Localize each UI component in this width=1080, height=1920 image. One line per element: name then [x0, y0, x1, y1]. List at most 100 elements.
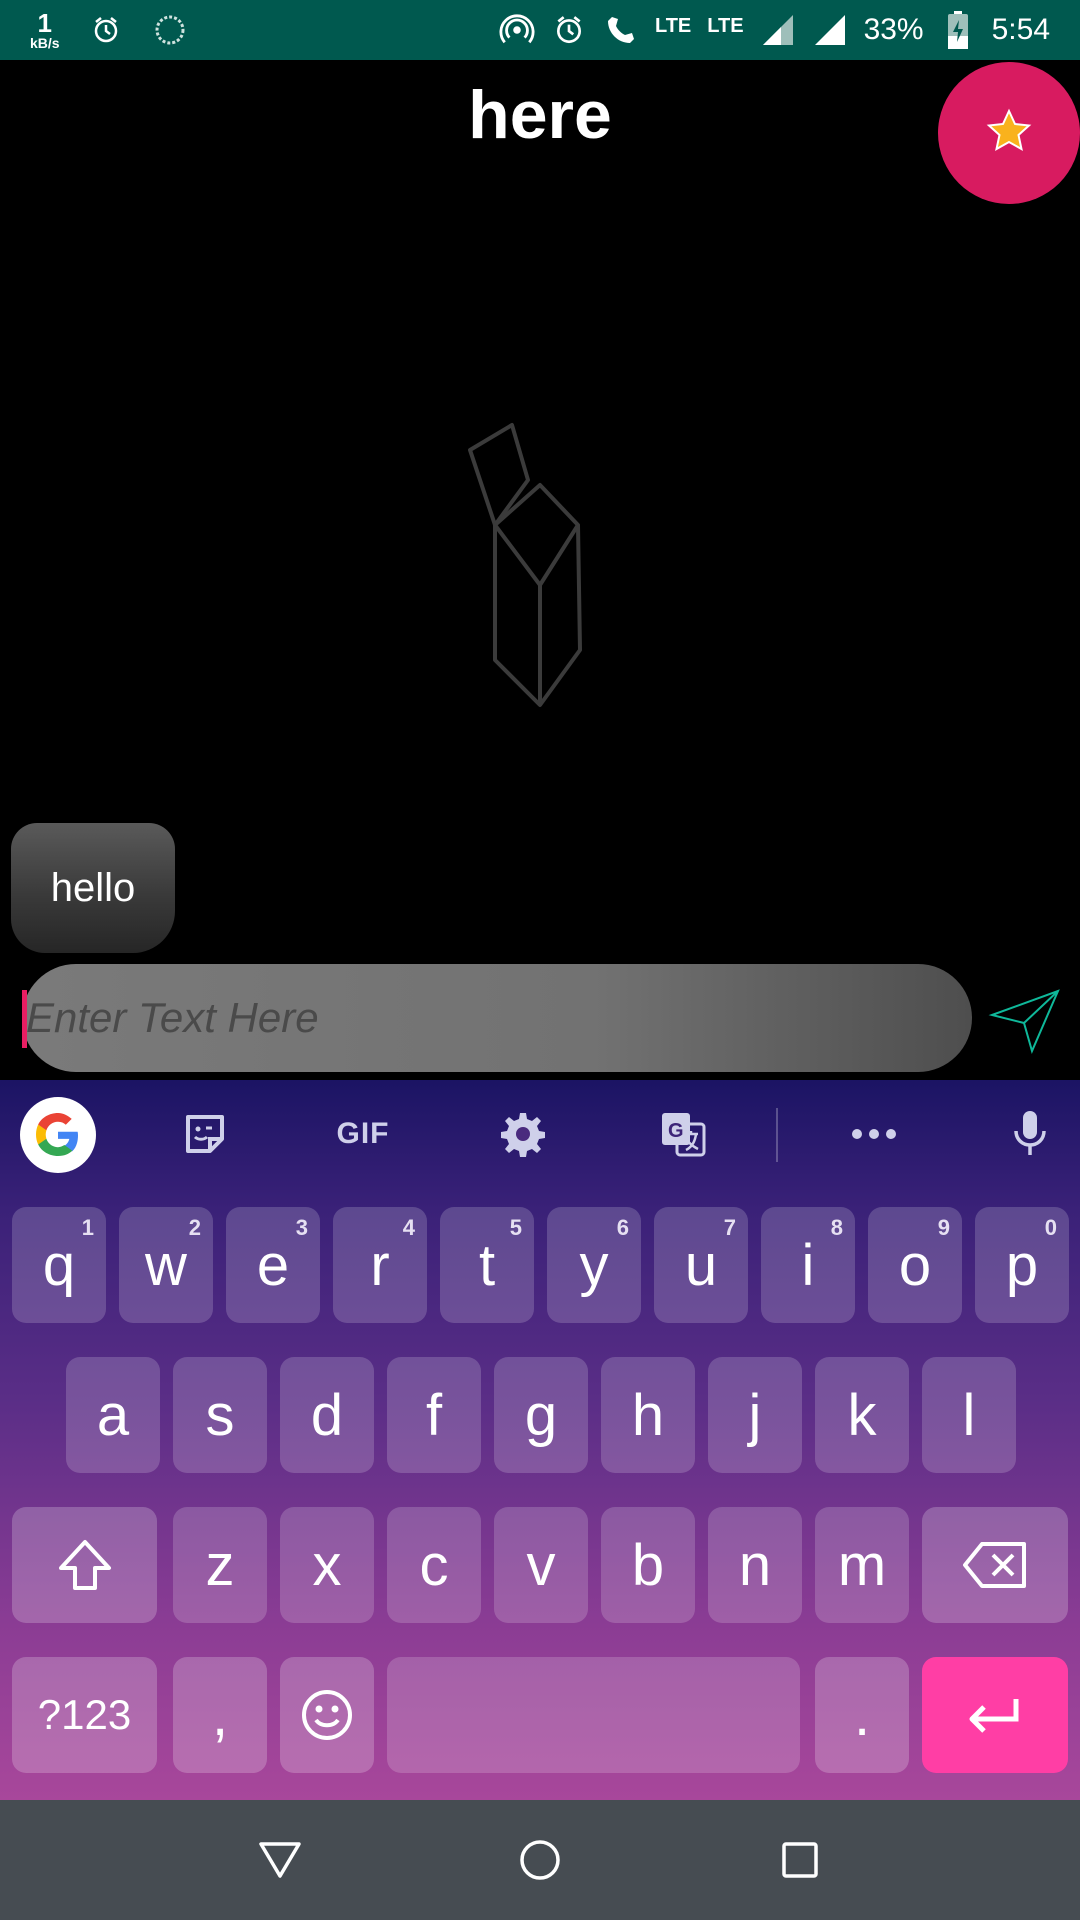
key-hint: 8	[830, 1215, 843, 1240]
enter-icon	[969, 1699, 1019, 1733]
key-label: o	[898, 1232, 932, 1298]
volte-call-icon	[603, 12, 639, 48]
key-label: a	[96, 1382, 130, 1448]
key-u[interactable]: u7	[654, 1207, 748, 1323]
google-search-button[interactable]	[20, 1097, 96, 1173]
key-hint: 9	[937, 1215, 950, 1240]
translate-icon: G	[662, 1113, 706, 1157]
key-n[interactable]: n	[708, 1507, 802, 1623]
home-button[interactable]	[510, 1830, 570, 1890]
period-key[interactable]: .	[815, 1657, 909, 1773]
key-label: ?123	[37, 1691, 132, 1738]
message-input-container[interactable]	[22, 964, 972, 1072]
key-a[interactable]: a	[66, 1357, 160, 1473]
key-b[interactable]: b	[601, 1507, 695, 1623]
navigation-bar	[0, 1800, 1080, 1920]
signal-icon	[760, 12, 796, 48]
sync-icon	[152, 12, 188, 48]
key-d[interactable]: d	[280, 1357, 374, 1473]
back-button[interactable]	[250, 1830, 310, 1890]
emoji-key[interactable]	[280, 1657, 374, 1773]
key-o[interactable]: o9	[868, 1207, 962, 1323]
send-button[interactable]	[988, 985, 1064, 1055]
key-hint: 3	[295, 1215, 308, 1240]
more-dots-icon	[852, 1129, 896, 1139]
key-hint: 0	[1044, 1215, 1057, 1240]
gif-button[interactable]: GIF	[330, 1106, 396, 1162]
alarm-icon	[88, 12, 124, 48]
key-m[interactable]: m	[815, 1507, 909, 1623]
key-hint: 2	[188, 1215, 201, 1240]
key-k[interactable]: k	[815, 1357, 909, 1473]
recents-square-icon	[782, 1842, 818, 1878]
text-cursor	[22, 990, 27, 1048]
key-j[interactable]: j	[708, 1357, 802, 1473]
key-l[interactable]: l	[922, 1357, 1016, 1473]
settings-button[interactable]	[495, 1106, 551, 1162]
key-e[interactable]: e3	[226, 1207, 320, 1323]
key-y[interactable]: y6	[547, 1207, 641, 1323]
key-label: b	[631, 1532, 665, 1598]
home-circle-icon	[520, 1840, 560, 1880]
key-label: x	[312, 1532, 342, 1598]
enter-key[interactable]	[922, 1657, 1068, 1773]
comma-key[interactable]: ,	[173, 1657, 267, 1773]
clock: 5:54	[991, 13, 1050, 46]
more-button[interactable]	[846, 1106, 902, 1162]
key-label: i	[801, 1232, 815, 1298]
network-speed-unit: kB/s	[30, 35, 60, 51]
key-g[interactable]: g	[494, 1357, 588, 1473]
sticker-button[interactable]	[177, 1106, 233, 1162]
key-label: ,	[211, 1682, 229, 1748]
hotspot-icon	[499, 12, 535, 48]
star-icon	[985, 107, 1033, 160]
key-x[interactable]: x	[280, 1507, 374, 1623]
shift-icon	[58, 1540, 111, 1590]
translate-button[interactable]: G	[655, 1106, 711, 1162]
space-key[interactable]	[387, 1657, 800, 1773]
page-title: here	[468, 77, 612, 153]
keyboard: GIF G q1 w2 e3 r4 t5 y6 u7 i8 o9 p0 a s …	[0, 1080, 1080, 1800]
send-icon	[988, 989, 1060, 1054]
key-v[interactable]: v	[494, 1507, 588, 1623]
key-label: y	[579, 1232, 609, 1298]
backspace-key[interactable]	[922, 1507, 1068, 1623]
recents-button[interactable]	[770, 1830, 830, 1890]
key-label: c	[419, 1532, 449, 1598]
key-p[interactable]: p0	[975, 1207, 1069, 1323]
favorite-button[interactable]	[938, 62, 1080, 204]
key-c[interactable]: c	[387, 1507, 481, 1623]
key-z[interactable]: z	[173, 1507, 267, 1623]
gif-label: GIF	[336, 1117, 390, 1150]
emoji-icon	[302, 1690, 352, 1740]
google-icon	[36, 1113, 78, 1156]
sticker-icon	[186, 1115, 224, 1153]
key-s[interactable]: s	[173, 1357, 267, 1473]
symbols-key[interactable]: ?123	[12, 1657, 157, 1773]
key-f[interactable]: f	[387, 1357, 481, 1473]
key-hint: 1	[81, 1215, 94, 1240]
alarm-icon	[551, 12, 587, 48]
key-w[interactable]: w2	[119, 1207, 213, 1323]
keyboard-toolbar: GIF G	[0, 1080, 1080, 1188]
key-label: q	[42, 1232, 76, 1298]
key-label: s	[205, 1382, 235, 1448]
voice-input-button[interactable]	[1002, 1106, 1058, 1162]
message-bubble: hello	[11, 823, 175, 953]
key-hint: 7	[723, 1215, 736, 1240]
key-h[interactable]: h	[601, 1357, 695, 1473]
key-label: e	[256, 1232, 290, 1298]
lte-label: LTE	[654, 14, 692, 37]
shift-key[interactable]	[12, 1507, 157, 1623]
key-hint: 4	[402, 1215, 415, 1240]
key-q[interactable]: q1	[12, 1207, 106, 1323]
key-r[interactable]: r4	[333, 1207, 427, 1323]
back-triangle-icon	[259, 1842, 301, 1878]
key-i[interactable]: i8	[761, 1207, 855, 1323]
network-speed-value: 1	[37, 8, 53, 38]
message-input[interactable]	[22, 964, 972, 1072]
status-bar: 1 kB/s LTE LTE 33% 5:54	[0, 0, 1080, 60]
lte-label: LTE	[707, 14, 744, 37]
key-t[interactable]: t5	[440, 1207, 534, 1323]
key-hint: 5	[509, 1215, 522, 1240]
